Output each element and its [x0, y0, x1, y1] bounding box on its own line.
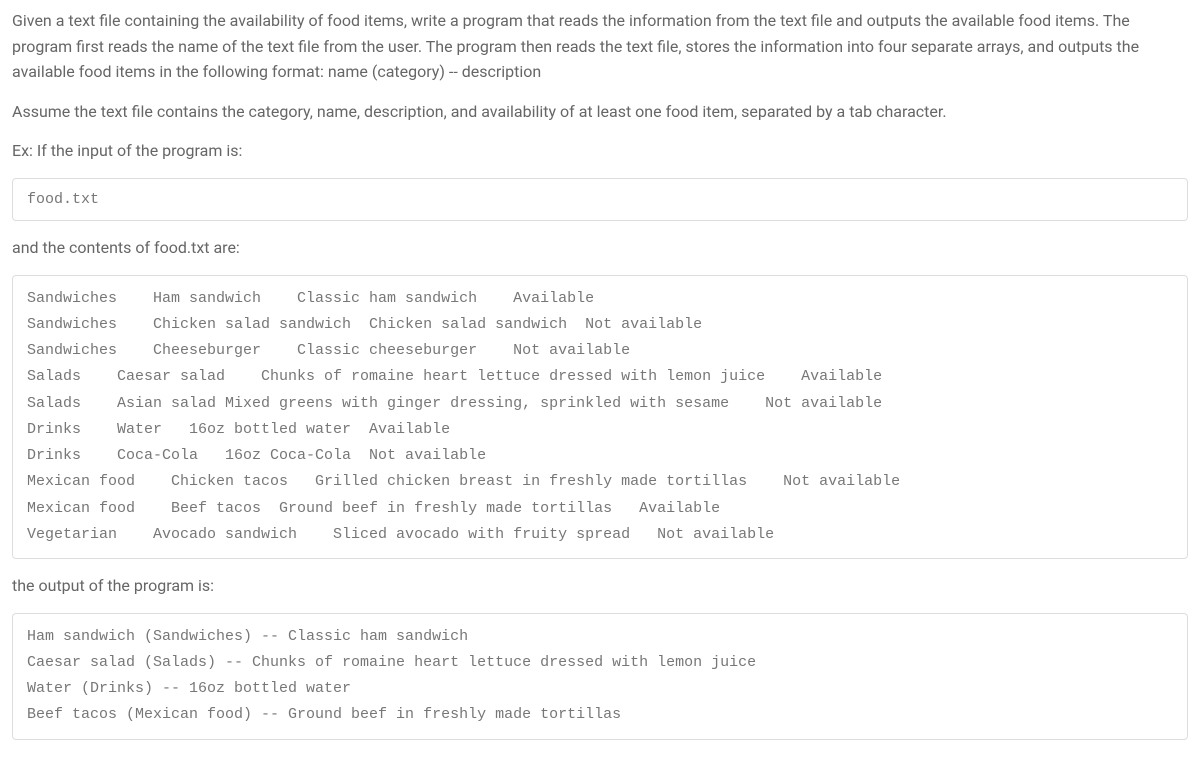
input-filename-code: food.txt: [12, 178, 1188, 221]
file-contents-code: Sandwiches Ham sandwich Classic ham sand…: [12, 275, 1188, 560]
contents-label: and the contents of food.txt are:: [12, 235, 1188, 261]
program-output-code: Ham sandwich (Sandwiches) -- Classic ham…: [12, 613, 1188, 740]
output-label: the output of the program is:: [12, 573, 1188, 599]
assume-paragraph: Assume the text file contains the catego…: [12, 99, 1188, 125]
example-input-label: Ex: If the input of the program is:: [12, 138, 1188, 164]
intro-paragraph: Given a text file containing the availab…: [12, 8, 1188, 85]
